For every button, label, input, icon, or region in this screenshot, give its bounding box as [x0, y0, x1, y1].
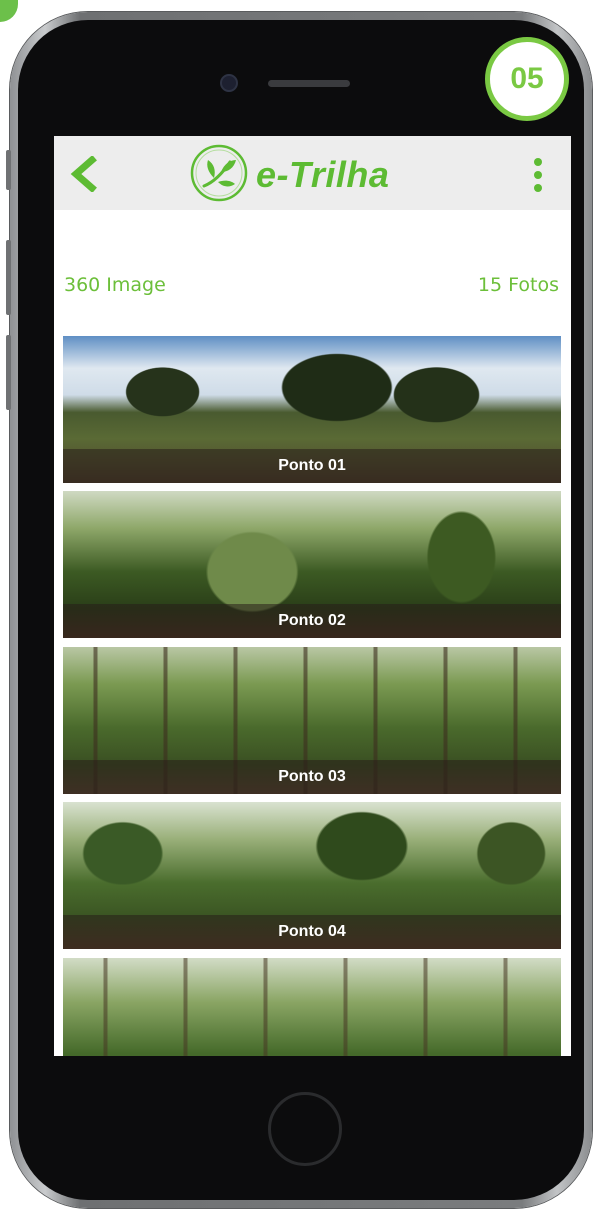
volume-down-button [6, 335, 11, 410]
photo-card-ponto-03[interactable]: Ponto 03 [63, 647, 561, 794]
chevron-left-icon[interactable] [68, 156, 102, 192]
panorama-thumbnail [63, 958, 561, 1056]
corner-accent [0, 0, 18, 22]
photo-card-ponto-04[interactable]: Ponto 04 [63, 802, 561, 949]
mute-switch [6, 150, 11, 190]
photo-card-ponto-01[interactable]: Ponto 01 [63, 336, 561, 483]
app-logo-text: e-Trilha [256, 154, 390, 195]
kebab-menu-icon[interactable] [528, 158, 548, 194]
photo-count: 15 Fotos [477, 274, 559, 296]
photo-caption: Ponto 01 [63, 449, 561, 483]
photo-caption: Ponto 03 [63, 760, 561, 794]
app-header: e-Trilha [54, 136, 571, 210]
photo-card-ponto-05[interactable] [63, 958, 561, 1056]
section-title: 360 Image [64, 274, 166, 296]
earpiece-speaker [268, 80, 350, 87]
leaf-logo-icon [190, 144, 248, 202]
photo-card-ponto-02[interactable]: Ponto 02 [63, 491, 561, 638]
photo-caption: Ponto 04 [63, 915, 561, 949]
photo-caption: Ponto 02 [63, 604, 561, 638]
front-camera [220, 74, 238, 92]
volume-up-button [6, 240, 11, 315]
app-screen: e-Trilha 360 Image 15 Fotos Ponto 01 Pon… [54, 136, 571, 1056]
step-badge: 05 [485, 37, 569, 121]
home-button[interactable] [268, 1092, 342, 1166]
